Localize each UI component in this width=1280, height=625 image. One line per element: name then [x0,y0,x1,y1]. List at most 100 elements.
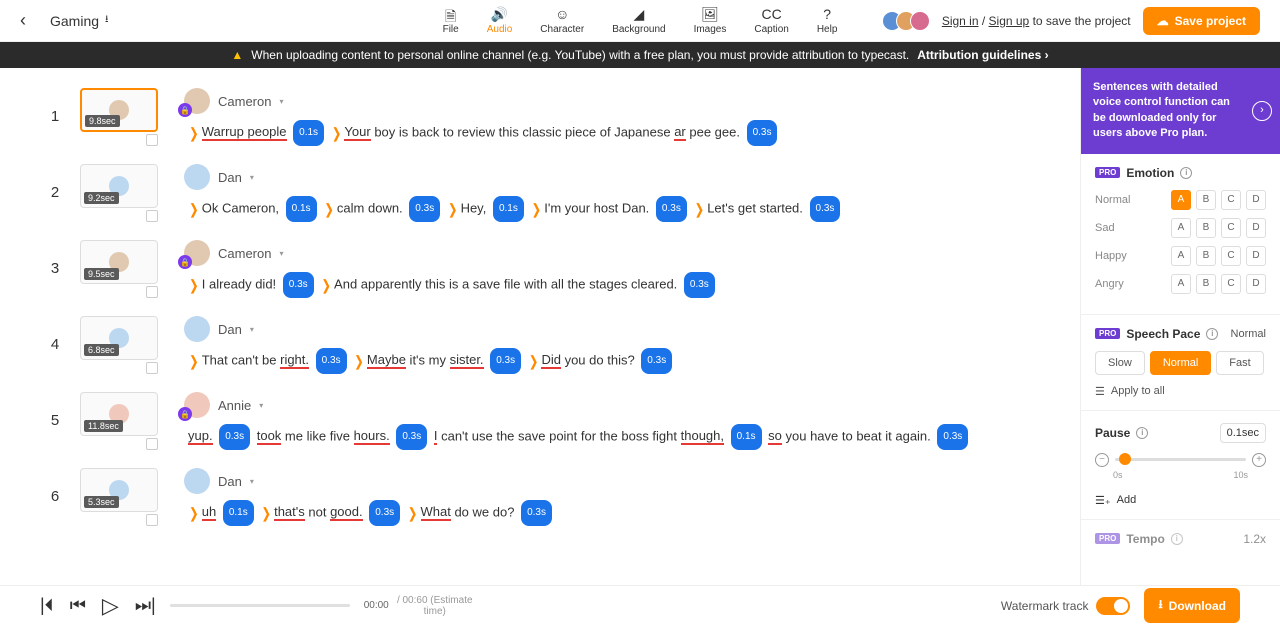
info-icon[interactable]: i [1180,167,1192,179]
add-pause-button[interactable]: ☰₊ Add [1095,494,1266,507]
pause-pill[interactable]: 0.3s [283,272,314,298]
emotion-btn-A[interactable]: A [1171,246,1191,266]
emotion-btn-D[interactable]: D [1246,246,1266,266]
prev-icon[interactable]: ⏮ [70,595,86,616]
pause-pill[interactable]: 0.3s [490,348,521,374]
next-icon[interactable]: ⏭| [135,595,156,616]
pause-pill[interactable]: 0.3s [369,500,400,526]
signup-link[interactable]: Sign up [989,14,1030,28]
scene-thumbnail[interactable]: 5.3sec [80,468,158,512]
speaker-name[interactable]: Cameron [218,246,271,261]
menu-help[interactable]: ?Help [817,6,838,35]
menu-caption[interactable]: CCCaption [754,6,788,35]
plus-button[interactable]: + [1252,453,1266,467]
pause-pill[interactable]: 0.3s [937,424,968,450]
speaker-name[interactable]: Dan [218,322,242,337]
speaker-name[interactable]: Dan [218,474,242,489]
chevron-down-icon[interactable]: ▾ [259,401,263,410]
pause-pill[interactable]: 0.1s [293,120,324,146]
pause-pill[interactable]: 0.3s [316,348,347,374]
attribution-link[interactable]: Attribution guidelines › [917,48,1048,62]
scene-checkbox[interactable] [146,286,158,298]
pause-pill[interactable]: 0.1s [286,196,317,222]
script-line[interactable]: ❭uh 0.1s ❭that's not good. 0.3s ❭What do… [184,500,1050,526]
pause-pill[interactable]: 0.3s [747,120,778,146]
script-line[interactable]: ❭Ok Cameron, 0.1s ❭calm down. 0.3s ❭Hey,… [184,196,1050,222]
script-line[interactable]: ❭That can't be right. 0.3s ❭Maybe it's m… [184,348,1050,374]
download-button[interactable]: ⭳ Download [1144,588,1240,623]
speaker-name[interactable]: Cameron [218,94,271,109]
chevron-down-icon[interactable]: ▾ [250,325,254,334]
play-icon[interactable]: ▷ [102,593,119,619]
emotion-btn-C[interactable]: C [1221,218,1241,238]
emotion-btn-C[interactable]: C [1221,246,1241,266]
scene-checkbox[interactable] [146,514,158,526]
pause-pill[interactable]: 0.3s [521,500,552,526]
menu-file[interactable]: 🗎File [443,6,459,35]
pause-pill[interactable]: 0.3s [641,348,672,374]
menu-images[interactable]: 🖼Images [694,6,727,35]
scene-checkbox[interactable] [146,134,158,146]
scene-thumbnail[interactable]: 11.8sec [80,392,158,436]
emotion-btn-C[interactable]: C [1221,274,1241,294]
pause-slider[interactable] [1115,458,1246,461]
emotion-btn-D[interactable]: D [1246,190,1266,210]
arrow-right-icon[interactable]: › [1252,101,1272,121]
project-title[interactable]: Gaming ⭳ [50,12,109,29]
scene-thumbnail[interactable]: 9.5sec [80,240,158,284]
scene-thumbnail[interactable]: 9.2sec [80,164,158,208]
emotion-btn-A[interactable]: A [1171,274,1191,294]
speaker-avatar[interactable] [184,468,210,494]
emotion-btn-D[interactable]: D [1246,218,1266,238]
script-line[interactable]: ❭Warrup people 0.1s ❭Your boy is back to… [184,120,1050,146]
chevron-down-icon[interactable]: ▾ [250,477,254,486]
pause-pill[interactable]: 0.3s [684,272,715,298]
scene-checkbox[interactable] [146,210,158,222]
scene-checkbox[interactable] [146,438,158,450]
emotion-btn-A[interactable]: A [1171,190,1191,210]
signin-link[interactable]: Sign in [942,14,979,28]
pace-slow[interactable]: Slow [1095,351,1145,375]
pause-pill[interactable]: 0.1s [493,196,524,222]
scene-thumbnail[interactable]: 9.8sec [80,88,158,132]
pause-pill[interactable]: 0.3s [409,196,440,222]
chevron-down-icon[interactable]: ▾ [279,97,283,106]
info-icon[interactable]: i [1171,533,1183,545]
info-icon[interactable]: i [1136,427,1148,439]
save-project-button[interactable]: ☁ Save project [1143,7,1260,35]
emotion-btn-B[interactable]: B [1196,218,1216,238]
emotion-btn-C[interactable]: C [1221,190,1241,210]
chevron-down-icon[interactable]: ▾ [250,173,254,182]
apply-to-all-button[interactable]: ☰ Apply to all [1095,385,1266,398]
pause-pill[interactable]: 0.1s [731,424,762,450]
pause-pill[interactable]: 0.3s [656,196,687,222]
info-icon[interactable]: i [1206,328,1218,340]
skip-start-icon[interactable]: |⏴ [40,595,54,616]
watermark-toggle[interactable] [1096,597,1130,615]
pause-value[interactable]: 0.1sec [1220,423,1266,443]
speaker-name[interactable]: Annie [218,398,251,413]
emotion-btn-A[interactable]: A [1171,218,1191,238]
pace-fast[interactable]: Fast [1216,351,1263,375]
script-line[interactable]: ❭I already did! 0.3s ❭And apparently thi… [184,272,1050,298]
menu-audio[interactable]: 🔊Audio [487,6,513,35]
pause-pill[interactable]: 0.3s [396,424,427,450]
scene-checkbox[interactable] [146,362,158,374]
scene-thumbnail[interactable]: 6.8sec [80,316,158,360]
minus-button[interactable]: − [1095,453,1109,467]
script-line[interactable]: yup. 0.3s took me like five hours. 0.3s … [184,424,1050,450]
pause-pill[interactable]: 0.3s [810,196,841,222]
emotion-btn-B[interactable]: B [1196,274,1216,294]
emotion-btn-B[interactable]: B [1196,246,1216,266]
menu-background[interactable]: ◢Background [612,6,665,35]
emotion-btn-D[interactable]: D [1246,274,1266,294]
pause-pill[interactable]: 0.3s [219,424,250,450]
menu-character[interactable]: ☺Character [540,6,584,35]
user-avatars[interactable] [882,11,930,31]
pause-pill[interactable]: 0.1s [223,500,254,526]
speaker-avatar[interactable] [184,316,210,342]
chevron-down-icon[interactable]: ▾ [279,249,283,258]
speaker-name[interactable]: Dan [218,170,242,185]
emotion-btn-B[interactable]: B [1196,190,1216,210]
back-button[interactable]: ‹ [20,10,26,31]
